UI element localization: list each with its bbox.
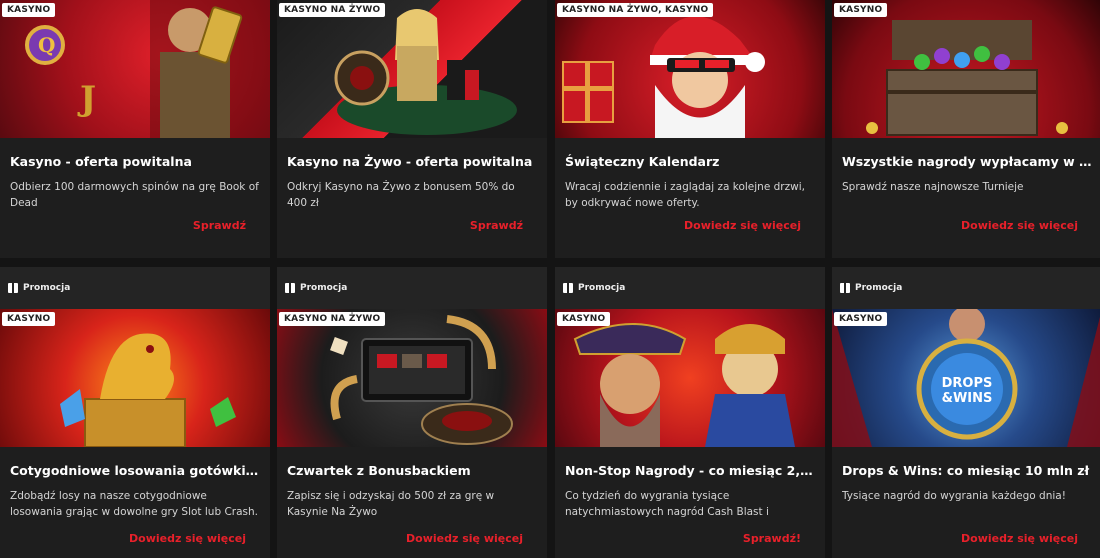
learn-more-link[interactable]: Dowiedz się więcej	[961, 219, 1078, 232]
promo-card[interactable]: KASYNO Wszystkie nagrody wypłacamy w got…	[832, 0, 1100, 258]
learn-more-link[interactable]: Dowiedz się więcej	[406, 532, 523, 545]
promo-card[interactable]: Promocja DROPS &WINS KASYNO Drops & Wins…	[832, 267, 1100, 558]
pirate-art	[573, 323, 795, 447]
promo-tag: Promocja	[300, 283, 348, 293]
promo-image[interactable]: KASYNO NA ŻYWO	[277, 309, 547, 447]
promo-header: Promocja	[555, 267, 825, 309]
promo-card[interactable]: Promocja KASYNO Non-Stop Nagrody - co mi…	[555, 267, 825, 558]
promo-description: Tysiące nagród do wygrania każdego dnia!	[842, 490, 1066, 502]
category-badge: KASYNO	[2, 3, 56, 17]
santa-art	[562, 16, 765, 138]
category-badge: KASYNO	[557, 312, 611, 326]
promo-title: Non-Stop Nagrody - co miesiąc 2,4 mln ..…	[565, 463, 815, 478]
wins-text: &WINS	[942, 391, 993, 406]
gift-icon	[285, 283, 295, 293]
treasure-chest-art	[866, 20, 1068, 136]
dragon-art	[60, 333, 236, 447]
promo-image[interactable]: KASYNO NA ŻYWO	[277, 0, 547, 138]
check-link[interactable]: Sprawdź!	[743, 532, 801, 545]
svg-text:J: J	[77, 79, 96, 119]
promo-description: Co tydzień do wygrania tysiące natychmia…	[565, 490, 769, 518]
promo-header: Promocja	[277, 267, 547, 309]
promo-image[interactable]: Q J KASYNO	[0, 0, 270, 138]
live-casino-art	[334, 9, 517, 135]
bonusback-art	[330, 315, 513, 445]
learn-more-link[interactable]: Dowiedz się więcej	[684, 219, 801, 232]
promo-tag: Promocja	[578, 283, 626, 293]
promo-card[interactable]: Promocja KASYNO Cotygodniowe losowania g…	[0, 267, 270, 558]
promo-tag: Promocja	[855, 283, 903, 293]
category-badge: KASYNO	[834, 3, 888, 17]
promo-description: Zdobądź losy na nasze cotygodniowe losow…	[10, 490, 258, 518]
gift-icon	[840, 283, 850, 293]
promo-title: Cotygodniowe losowania gotówki 125 0...	[10, 463, 260, 478]
drops-and-wins-art: DROPS &WINS	[832, 309, 1100, 447]
category-badge: KASYNO NA ŻYWO	[279, 3, 386, 17]
svg-text:Q: Q	[38, 33, 55, 57]
promo-card[interactable]: Q J KASYNO Kasyno - oferta powitalna Odb…	[0, 0, 270, 258]
promo-header: Promocja	[0, 267, 270, 309]
promo-image[interactable]: KASYNO NA ŻYWO, KASYNO	[555, 0, 825, 138]
book-of-dead-art: Q J	[25, 0, 270, 138]
category-badge: KASYNO NA ŻYWO	[279, 312, 386, 326]
drops-text: DROPS	[942, 376, 993, 391]
promo-card[interactable]: KASYNO NA ŻYWO, KASYNO Świąteczny Kalend…	[555, 0, 825, 258]
category-badge: KASYNO NA ŻYWO, KASYNO	[557, 3, 714, 17]
check-link[interactable]: Sprawdź	[470, 219, 523, 232]
promo-description: Wracaj codziennie i zaglądaj za kolejne …	[565, 181, 805, 209]
category-badge: KASYNO	[834, 312, 888, 326]
promo-image[interactable]: KASYNO	[555, 309, 825, 447]
promotions-grid: Q J KASYNO Kasyno - oferta powitalna Odb…	[0, 0, 1100, 558]
promo-title: Kasyno - oferta powitalna	[10, 154, 192, 169]
promo-header: Promocja	[832, 267, 1100, 309]
promo-title: Kasyno na Żywo - oferta powitalna	[287, 154, 533, 169]
promo-description: Zapisz się i odzyskaj do 500 zł za grę w…	[287, 490, 495, 518]
promo-image[interactable]: KASYNO	[0, 309, 270, 447]
promo-description: Sprawdź nasze najnowsze Turnieje	[842, 181, 1024, 193]
gift-icon	[8, 283, 18, 293]
promo-title: Świąteczny Kalendarz	[565, 154, 720, 169]
promo-card[interactable]: Promocja KASYNO NA ŻYWO Czwartek z Bonus…	[277, 267, 547, 558]
check-link[interactable]: Sprawdź	[193, 219, 246, 232]
promo-description: Odbierz 100 darmowych spinów na grę Book…	[10, 181, 259, 209]
promo-title: Wszystkie nagrody wypłacamy w gotów...	[842, 154, 1092, 169]
promo-description: Odkryj Kasyno na Żywo z bonusem 50% do 4…	[287, 181, 515, 209]
promo-title: Drops & Wins: co miesiąc 10 mln zł	[842, 463, 1090, 478]
learn-more-link[interactable]: Dowiedz się więcej	[961, 532, 1078, 545]
promo-image[interactable]: DROPS &WINS KASYNO	[832, 309, 1100, 447]
promo-image[interactable]: KASYNO	[832, 0, 1100, 138]
category-badge: KASYNO	[2, 312, 56, 326]
promo-title: Czwartek z Bonusbackiem	[287, 463, 471, 478]
promo-card[interactable]: KASYNO NA ŻYWO Kasyno na Żywo - oferta p…	[277, 0, 547, 258]
learn-more-link[interactable]: Dowiedz się więcej	[129, 532, 246, 545]
promo-tag: Promocja	[23, 283, 71, 293]
gift-icon	[563, 283, 573, 293]
